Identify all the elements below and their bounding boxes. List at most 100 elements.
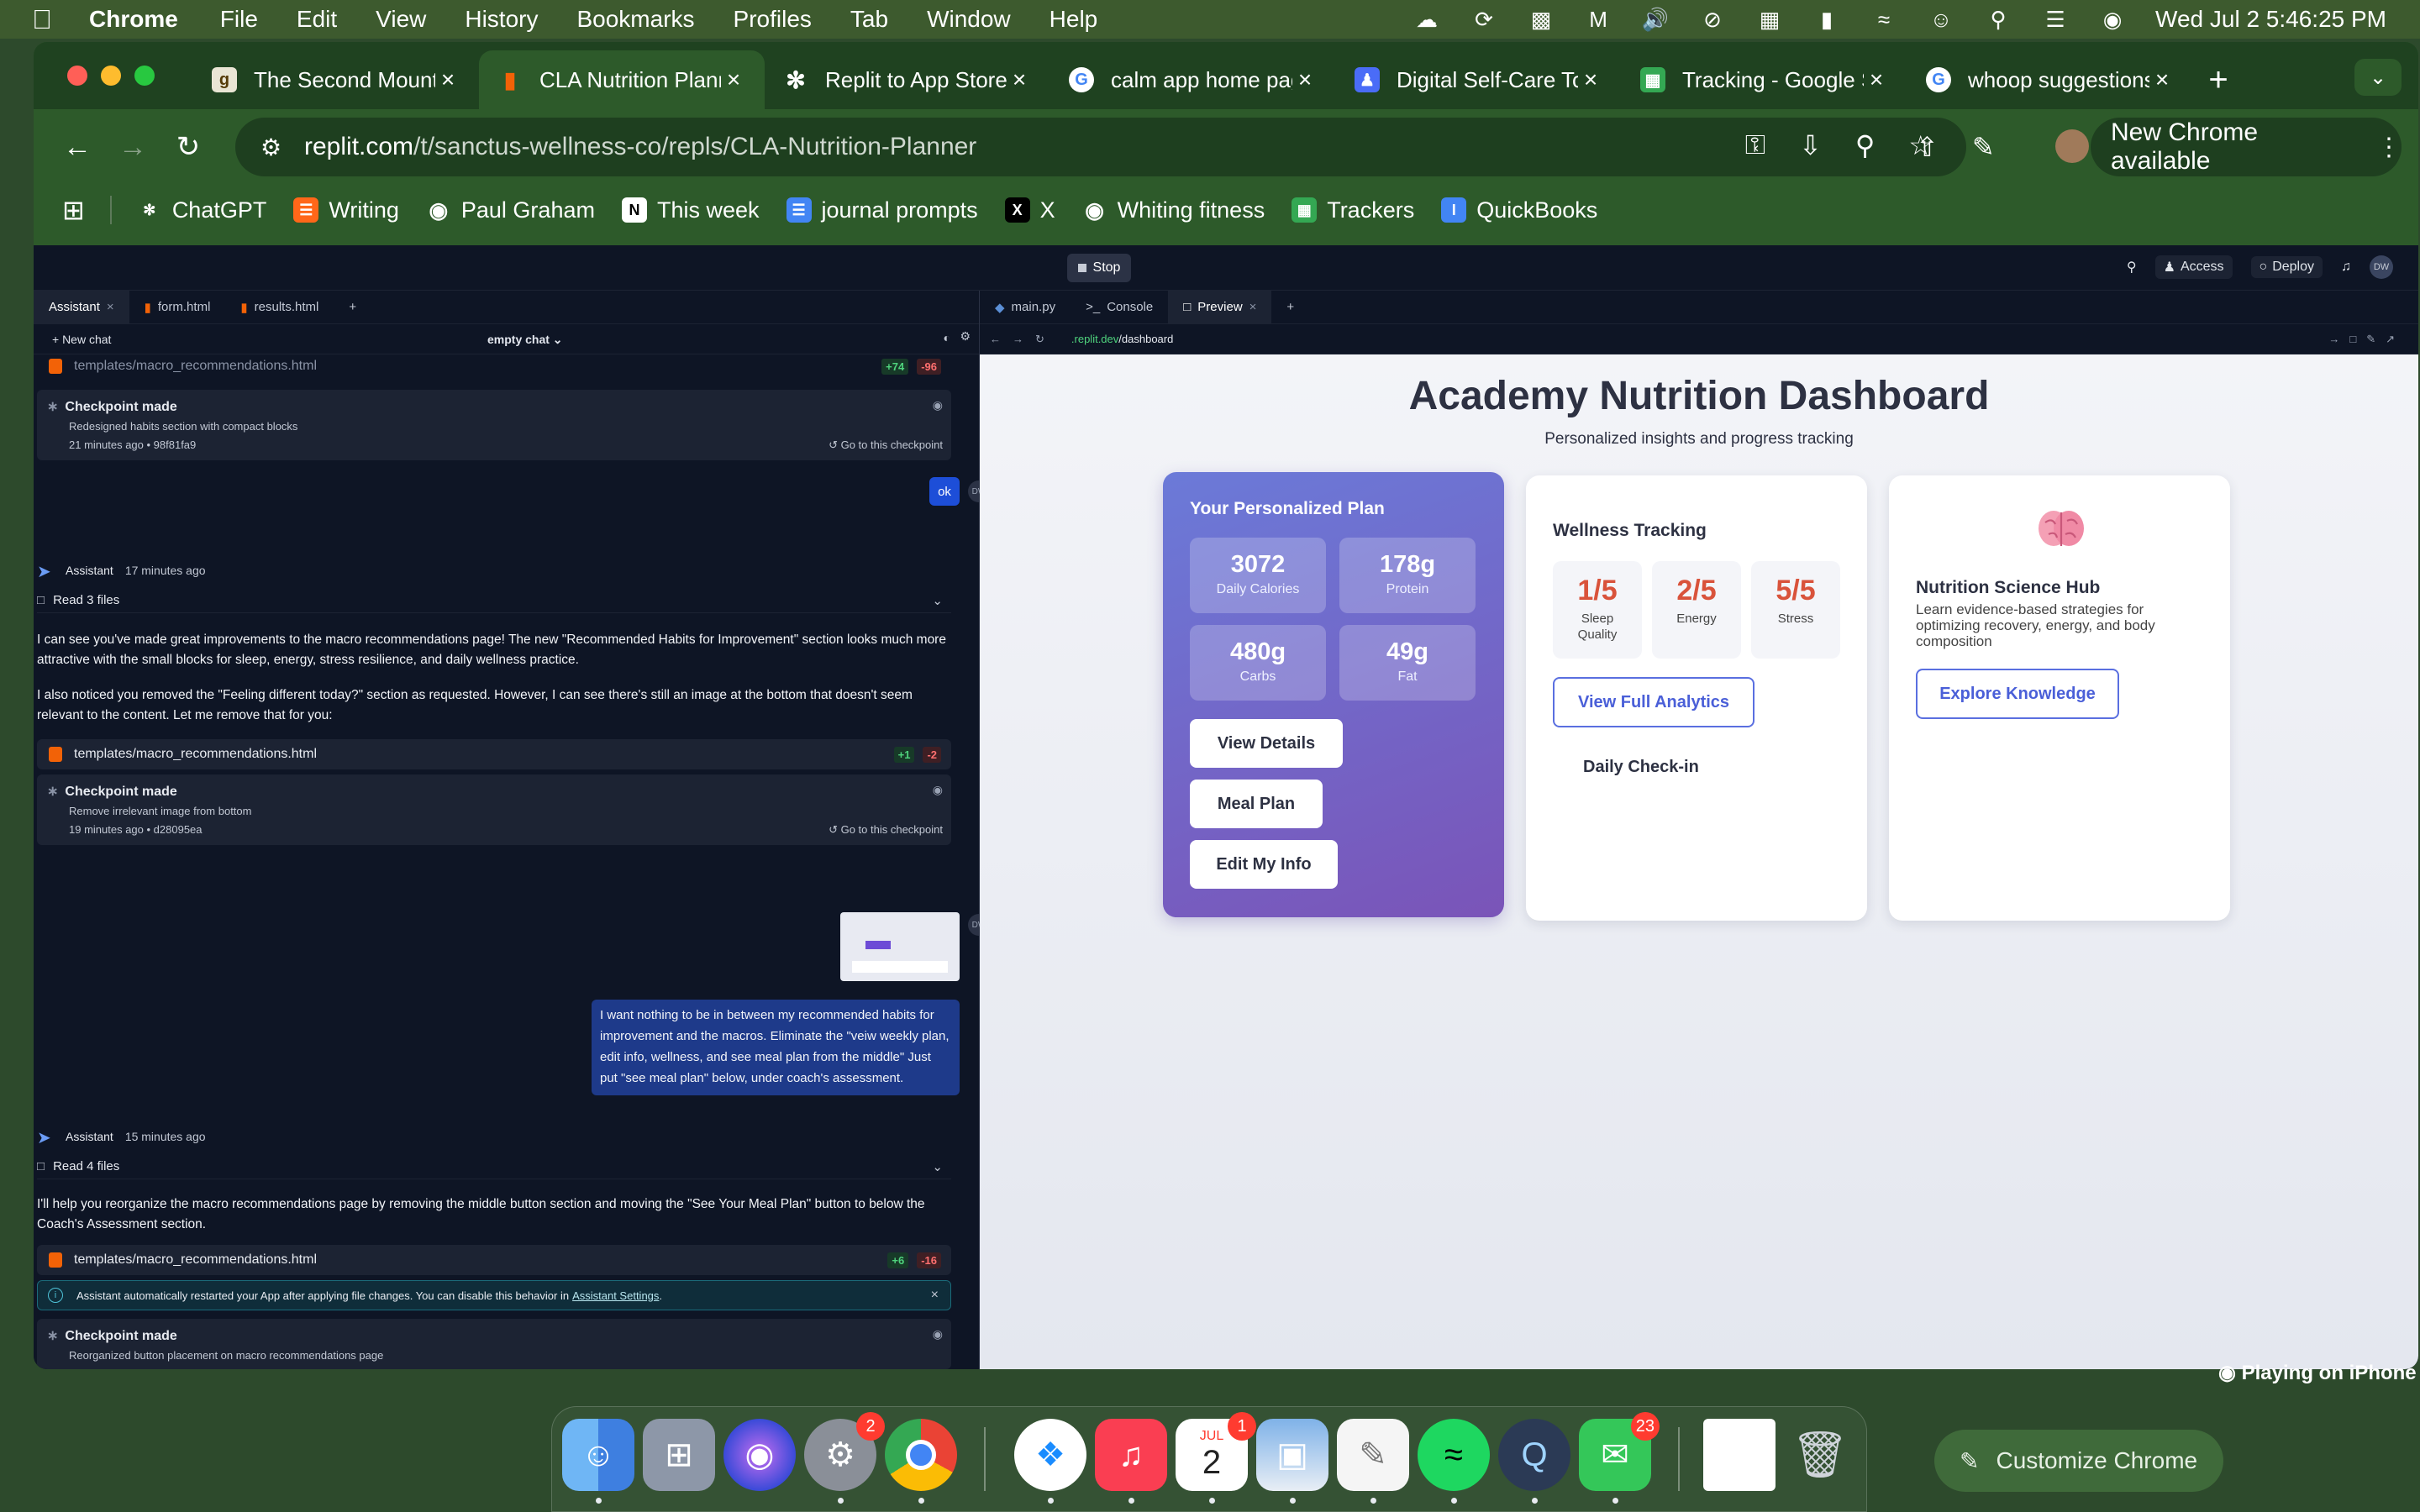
- menu-view[interactable]: View: [376, 6, 426, 33]
- apple-icon[interactable]: : [32, 4, 66, 35]
- close-tab-icon[interactable]: ×: [721, 66, 746, 93]
- bookmark-writing[interactable]: ☰ Writing: [293, 197, 399, 223]
- stop-button[interactable]: Stop: [1067, 254, 1131, 282]
- launchpad-icon[interactable]: ⊞: [643, 1419, 715, 1491]
- trash-icon[interactable]: 🗑: [1784, 1419, 1856, 1491]
- user-icon[interactable]: ☺: [1927, 7, 1955, 32]
- settings-icon[interactable]: ⚙ 2: [804, 1412, 885, 1491]
- gear-icon[interactable]: ⚙: [960, 329, 971, 344]
- customize-chrome-button[interactable]: ✎ Customize Chrome: [1934, 1430, 2223, 1492]
- file-change-row[interactable]: templates/macro_recommendations.html +1-…: [37, 739, 951, 769]
- volume-icon[interactable]: 🔊: [1641, 7, 1670, 32]
- tab-replit-to-app-store[interactable]: ✻ Replit to App Store ×: [765, 50, 1050, 109]
- tab-second-mountain[interactable]: g The Second Mountain ×: [193, 50, 479, 109]
- add-tab-button[interactable]: +: [1271, 291, 1309, 324]
- read-files-toggle[interactable]: □ Read 3 files ⌄: [37, 588, 951, 613]
- siri-icon[interactable]: ◉: [2098, 7, 2127, 32]
- search-icon[interactable]: ⚲: [1984, 7, 2012, 32]
- read-files-toggle[interactable]: □ Read 4 files ⌄: [37, 1154, 951, 1179]
- music-icon[interactable]: ♫: [1095, 1419, 1167, 1491]
- close-tab-icon[interactable]: ×: [1578, 66, 1603, 93]
- menu-app-name[interactable]: Chrome: [89, 6, 178, 33]
- menu-help[interactable]: Help: [1050, 6, 1098, 33]
- assistant-settings-link[interactable]: Assistant Settings: [572, 1289, 659, 1302]
- mic-muted-icon[interactable]: ⊘: [1698, 7, 1727, 32]
- tab-main-py[interactable]: ◆ main.py: [980, 291, 1071, 324]
- bell-icon[interactable]: ♫: [2341, 260, 2351, 275]
- menu-window[interactable]: Window: [927, 6, 1011, 33]
- bookmark-trackers[interactable]: ▦ Trackers: [1292, 197, 1414, 223]
- calendar-icon[interactable]: JUL 2 1: [1176, 1412, 1256, 1491]
- menu-history[interactable]: History: [465, 6, 538, 33]
- menu-bookmarks[interactable]: Bookmarks: [576, 6, 694, 33]
- daily-checkin-link[interactable]: Daily Check-in: [1583, 758, 1699, 777]
- safari-icon[interactable]: ❖: [1014, 1419, 1086, 1491]
- view-details-button[interactable]: View Details: [1190, 719, 1343, 768]
- tab-form-html[interactable]: ▮ form.html: [129, 291, 226, 324]
- bookmark-quickbooks[interactable]: I QuickBooks: [1441, 197, 1597, 223]
- back-icon[interactable]: ←: [54, 123, 101, 171]
- gmail-icon[interactable]: M: [1584, 7, 1612, 32]
- printer-icon[interactable]: ▩: [1527, 7, 1555, 32]
- eye-icon[interactable]: ◉: [933, 1327, 943, 1341]
- tab-console[interactable]: >_ Console: [1071, 291, 1168, 324]
- close-window-button[interactable]: [67, 66, 87, 86]
- preview-tools-icons[interactable]: →□✎↗: [2328, 333, 2405, 346]
- wifi-icon[interactable]: ≈: [1870, 7, 1898, 32]
- tab-preview[interactable]: □ Preview ×: [1168, 290, 1272, 324]
- tab-cla-nutrition-planner[interactable]: ▮ CLA Nutrition Planner ×: [479, 50, 765, 109]
- preview-url-path[interactable]: /dashboard: [1118, 333, 1173, 345]
- menu-tab[interactable]: Tab: [850, 6, 888, 33]
- close-tab-icon[interactable]: ×: [1864, 66, 1889, 93]
- tab-whoop-suggestions[interactable]: G whoop suggestions ×: [1907, 50, 2193, 109]
- chat-selector[interactable]: empty chat ⌄: [487, 333, 563, 347]
- attached-screenshot-thumbnail[interactable]: [840, 912, 960, 981]
- close-tab-icon[interactable]: ×: [107, 300, 114, 314]
- preview-url-host[interactable]: .replit.dev: [1071, 333, 1118, 345]
- meal-plan-button[interactable]: Meal Plan: [1190, 780, 1323, 828]
- chrome-icon[interactable]: [885, 1419, 957, 1491]
- bookmark-whiting-fitness[interactable]: ◉ Whiting fitness: [1082, 197, 1265, 223]
- minimize-window-button[interactable]: [101, 66, 121, 86]
- close-icon[interactable]: ×: [931, 1288, 939, 1303]
- address-bar[interactable]: ⚙ replit.com/t/sanctus-wellness-co/repls…: [235, 118, 1966, 176]
- close-tab-icon[interactable]: ×: [1292, 66, 1318, 93]
- password-key-icon[interactable]: ⚿: [1745, 129, 1765, 161]
- close-tab-icon[interactable]: ×: [435, 66, 460, 93]
- forward-icon[interactable]: →: [109, 123, 156, 171]
- preview-app-icon[interactable]: ▣: [1256, 1419, 1328, 1491]
- control-center-icon[interactable]: ☰: [2041, 7, 2070, 32]
- history-icon[interactable]: ◐: [944, 331, 950, 344]
- textedit-icon[interactable]: ✎: [1337, 1419, 1409, 1491]
- site-info-icon[interactable]: ⚙: [260, 134, 287, 161]
- close-tab-icon[interactable]: ×: [1007, 66, 1032, 93]
- install-app-icon[interactable]: ⇩: [1799, 129, 1822, 161]
- zoom-window-button[interactable]: [134, 66, 155, 86]
- recent-document-icon[interactable]: [1703, 1419, 1776, 1491]
- new-tab-button[interactable]: +: [2193, 50, 2244, 109]
- menu-profiles[interactable]: Profiles: [734, 6, 812, 33]
- avatar[interactable]: DW: [2370, 255, 2393, 279]
- go-to-checkpoint-link[interactable]: ↺ Go to this checkpoint: [829, 438, 943, 452]
- calendar-menu-icon[interactable]: ▦: [1755, 7, 1784, 32]
- quicktime-icon[interactable]: Q: [1498, 1419, 1570, 1491]
- eye-icon[interactable]: ◉: [933, 783, 943, 797]
- new-chat-button[interactable]: + New chat: [52, 333, 111, 346]
- tab-search-button[interactable]: ⌄: [2354, 59, 2402, 96]
- deploy-button[interactable]: ○ Deploy: [2250, 256, 2323, 278]
- file-change-row[interactable]: templates/macro_recommendations.html +6-…: [37, 1245, 951, 1275]
- siri-icon[interactable]: ◉: [723, 1419, 796, 1491]
- close-tab-icon[interactable]: ×: [1249, 300, 1257, 314]
- preview-nav-icons[interactable]: ←→↻: [990, 333, 1056, 346]
- file-change-row[interactable]: templates/macro_recommendations.html +74…: [37, 354, 951, 381]
- finder-icon[interactable]: ☺: [562, 1419, 634, 1491]
- profile-avatar[interactable]: [2055, 129, 2089, 163]
- new-chrome-available-button[interactable]: New Chrome available ⋮: [2091, 118, 2402, 176]
- tab-tracking-sheets[interactable]: ▦ Tracking - Google Sheets ×: [1622, 50, 1907, 109]
- bookmark-chatgpt[interactable]: ✻ ChatGPT: [137, 197, 266, 223]
- bookmark-journal-prompts[interactable]: ☰ journal prompts: [786, 197, 978, 223]
- zoom-icon[interactable]: ⚲: [1855, 129, 1875, 161]
- bookmark-x[interactable]: XX: [1004, 197, 1055, 223]
- tab-results-html[interactable]: ▮ results.html: [225, 291, 334, 324]
- battery-icon[interactable]: ▮: [1812, 7, 1841, 32]
